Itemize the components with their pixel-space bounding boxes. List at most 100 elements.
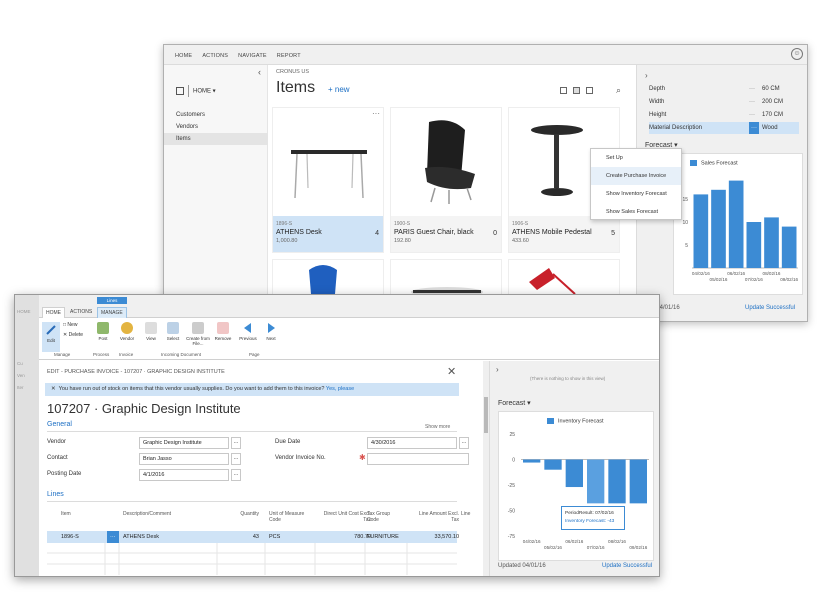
attribute-row: Depth ··· 60 CM — [649, 86, 780, 92]
arrow-right-icon — [265, 322, 277, 334]
vendor-field[interactable]: Graphic Design Institute — [139, 437, 229, 449]
vendor-invoice-field[interactable] — [367, 453, 469, 465]
collapse-nav-icon[interactable]: ‹ — [258, 67, 261, 77]
sales-bar — [746, 222, 762, 268]
table-row[interactable]: 1896-S ··· ATHENS Desk 43 PCS 780.70 FUR… — [47, 531, 459, 543]
background-nav: HOME Cu Ven Iter — [15, 295, 39, 576]
select-icon — [167, 322, 179, 334]
forecast-title[interactable]: Forecast ▾ — [498, 399, 531, 407]
y-tick-label: 10 — [682, 220, 688, 226]
y-tick-label: 5 — [685, 243, 688, 249]
tab-home[interactable]: HOME — [42, 307, 65, 318]
menu-actions[interactable]: ACTIONS — [197, 53, 233, 64]
remove-button[interactable]: Remove — [213, 322, 233, 341]
menu-item-show-inventory-forecast[interactable]: Show Inventory Forecast — [591, 185, 681, 203]
menu-report[interactable]: REPORT — [272, 53, 306, 64]
home-selector[interactable]: HOME ▾ — [176, 85, 216, 97]
group-invoice: Invoice — [119, 352, 134, 357]
x-tick-label: 07/02/16 — [745, 277, 763, 282]
chair-image — [425, 120, 475, 204]
contact-lookup-button[interactable]: ... — [231, 453, 241, 465]
previous-button[interactable]: Previous — [237, 322, 259, 341]
menu-item-show-sales-forecast[interactable]: Show Sales Forecast — [591, 203, 681, 221]
x-tick-label: 05/02/16 — [710, 277, 728, 282]
edit-button[interactable]: Edit — [42, 322, 60, 352]
sales-chart-svg: 5 10 15 04/02/1605/02/1606/02/1607/02/1608/… — [682, 180, 799, 282]
inventory-bar — [608, 459, 626, 504]
empty-lines-grid — [47, 543, 457, 575]
post-icon — [97, 322, 109, 334]
row-menu-button[interactable]: ··· — [107, 531, 119, 543]
posting-date-field[interactable]: 4/1/2016 — [139, 469, 229, 481]
smiley-icon[interactable]: ☺ — [791, 48, 803, 60]
y-tick-label: -50 — [508, 509, 515, 515]
item-card[interactable] — [390, 259, 502, 299]
vendor-label: Vendor — [47, 439, 67, 445]
general-section[interactable]: General — [47, 421, 72, 428]
more-options-icon[interactable]: ··· — [372, 109, 380, 118]
update-status-link[interactable]: Update Successful — [745, 305, 795, 311]
post-button[interactable]: Post — [93, 322, 113, 341]
item-card[interactable] — [508, 259, 620, 299]
items-window: HOME ACTIONS NAVIGATE REPORT ☺ ‹ HOME ▾ … — [163, 44, 808, 322]
close-icon[interactable]: ✕ — [447, 365, 456, 378]
due-date-picker-button[interactable]: ... — [459, 437, 469, 449]
chevron-right-icon[interactable]: › — [496, 365, 499, 374]
item-card[interactable] — [272, 259, 384, 299]
attribute-row[interactable]: Material Description ··· Wood — [649, 122, 799, 134]
tile-view-icon[interactable] — [573, 87, 580, 94]
new-button[interactable]: □ New — [63, 322, 77, 328]
y-tick-label: -75 — [508, 534, 515, 540]
inventory-bar — [523, 459, 541, 463]
search-icon[interactable]: ⌕ — [616, 85, 621, 96]
inventory-bar — [629, 459, 647, 504]
posting-date-picker-button[interactable]: ... — [231, 469, 241, 481]
group-incoming-document: Incoming Document — [161, 352, 202, 357]
view-button[interactable]: View — [141, 322, 161, 341]
x-tick-label: 08/02/16 — [608, 539, 626, 544]
tab-manage[interactable]: MANAGE — [97, 307, 127, 318]
remove-icon — [217, 322, 229, 334]
grid-view-icon[interactable] — [586, 87, 593, 94]
nav-item-vendors[interactable]: Vendors — [164, 121, 268, 133]
contact-field[interactable]: Brian Jasso — [139, 453, 229, 465]
vendor-button[interactable]: Vendor — [117, 322, 137, 341]
page-title: Items — [276, 79, 316, 96]
sales-bar — [764, 217, 779, 268]
list-view-icon[interactable] — [560, 87, 567, 94]
attribute-row: Height ··· 170 CM — [649, 112, 784, 118]
lines-section[interactable]: Lines — [47, 491, 64, 498]
next-button[interactable]: Next — [261, 322, 281, 341]
nav-item-customers[interactable]: Customers — [164, 109, 268, 121]
select-button[interactable]: Select — [163, 322, 183, 341]
vendor-lookup-button[interactable]: ... — [231, 437, 241, 449]
due-date-field[interactable]: 4/30/2016 — [367, 437, 457, 449]
lines-header: Item Description/Comment Quantity Unit o… — [61, 511, 471, 523]
delete-button[interactable]: ✕ Delete — [63, 332, 83, 338]
tab-actions[interactable]: ACTIONS — [67, 307, 95, 318]
notification-bar: ✕ You have run out of stock on items tha… — [45, 383, 459, 396]
sales-bar — [711, 189, 726, 268]
sales-bar — [781, 226, 797, 268]
new-button[interactable]: + new — [328, 85, 350, 94]
chevron-right-icon[interactable]: › — [645, 71, 648, 80]
vendor-icon — [121, 322, 133, 334]
pencil-icon — [45, 324, 57, 336]
context-menu: Set Up Create Purchase Invoice Show Inve… — [590, 148, 682, 220]
update-status-link[interactable]: Update Successful — [602, 563, 652, 569]
x-tick-label: 04/02/16 — [692, 271, 710, 276]
menu-navigate[interactable]: NAVIGATE — [233, 53, 272, 64]
item-card[interactable]: 1900-S PARIS Guest Chair, black 192.80 0 — [390, 107, 502, 253]
y-tick-label: 0 — [512, 458, 515, 464]
create-from-file-button[interactable]: Create from File... — [185, 322, 211, 346]
menu-home[interactable]: HOME — [170, 53, 197, 64]
item-card[interactable]: ··· 1896-S ATHENS Desk 1,000.80 4 — [272, 107, 384, 253]
y-tick-label: -25 — [508, 483, 515, 489]
menu-item-set-up[interactable]: Set Up — [591, 149, 681, 167]
menu-item-create-purchase-invoice[interactable]: Create Purchase Invoice — [591, 167, 681, 185]
x-tick-label: 09/02/16 — [629, 545, 647, 550]
show-more-link[interactable]: Show more — [425, 424, 450, 430]
x-tick-label: 07/02/16 — [587, 545, 605, 550]
nav-item-items[interactable]: Items — [164, 133, 268, 145]
notification-link[interactable]: Yes, please — [326, 386, 354, 392]
